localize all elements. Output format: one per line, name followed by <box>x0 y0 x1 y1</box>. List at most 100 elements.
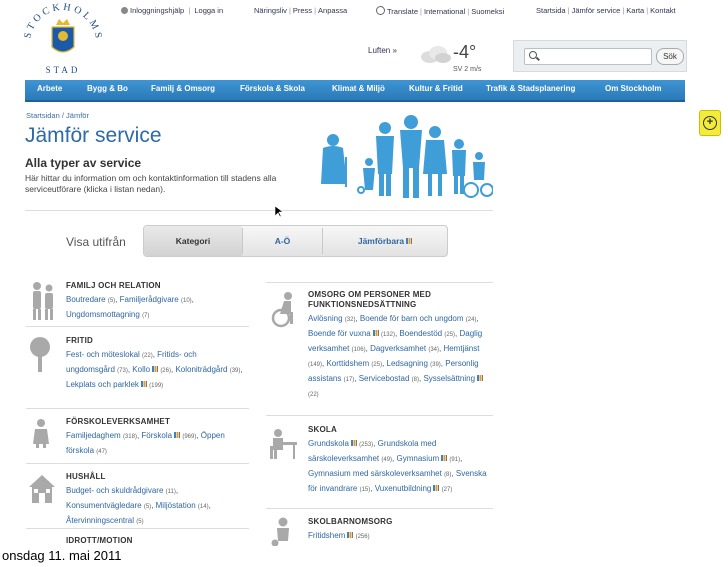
service-link[interactable]: Gymnasium med särskoleverksamhet (8) <box>308 469 451 478</box>
date-caption: onsdag 11. mai 2011 <box>2 548 122 563</box>
service-link[interactable]: Konsumentvägledare (5) <box>66 501 151 510</box>
service-link[interactable]: Förskola (969) <box>141 431 196 440</box>
service-link[interactable]: Familjedaghem (318) <box>66 431 137 440</box>
press-link[interactable]: Press <box>293 6 312 15</box>
service-link[interactable]: Boendestöd (25) <box>399 329 455 338</box>
nav-om-stockholm[interactable]: Om Stockholm <box>605 84 661 93</box>
service-name: Fest- och möteslokal <box>66 350 140 359</box>
family-illustration <box>321 115 493 198</box>
service-link[interactable]: Fest- och möteslokal (22) <box>66 350 153 359</box>
service-link[interactable]: Vuxenutbildning (27) <box>375 484 453 493</box>
nav-forskola-skola[interactable]: Förskola & Skola <box>240 84 305 93</box>
service-count: (11) <box>165 489 176 495</box>
plus-icon: + <box>703 116 717 130</box>
international-link[interactable]: International <box>424 7 465 16</box>
divider <box>266 415 493 416</box>
service-link[interactable]: Lekplats och parklek (199) <box>66 380 163 389</box>
service-name: Vuxenutbildning <box>374 484 432 493</box>
service-count: (253) <box>359 442 374 448</box>
service-link[interactable]: Återvinningscentral (5) <box>66 516 144 525</box>
service-link[interactable]: Grundskola (253) <box>308 439 373 448</box>
service-link[interactable]: Avlösning (32) <box>308 314 355 323</box>
globe-icon <box>376 6 385 15</box>
section-subtitle: Alla typer av service <box>25 156 142 170</box>
service-link[interactable]: Kollo (26) <box>132 365 171 374</box>
service-link[interactable]: Miljöstation (14) <box>156 501 209 510</box>
tab-a-o[interactable]: A-Ö <box>243 226 322 256</box>
category-skola: SKOLA Grundskola (253), Grundskola med s… <box>308 425 493 497</box>
intro-text: Här hittar du information om och kontakt… <box>25 173 277 194</box>
service-link[interactable]: Ledsagning (39) <box>387 359 441 368</box>
category-forskoleverksamhet: FÖRSKOLEVERKSAMHET Familjedaghem (318), … <box>66 417 246 459</box>
nav-arbete[interactable]: Arbete <box>37 84 62 93</box>
page-title: Jämför service <box>25 124 162 147</box>
stockholm-logo[interactable]: STOCKHOLMS STAD <box>22 3 104 75</box>
category-links: Budget- och skuldrådgivare (11), Konsume… <box>66 486 211 525</box>
service-link[interactable]: Koloniträdgård (39) <box>175 365 240 374</box>
compare-icon <box>350 440 357 446</box>
temperature: -4° <box>453 42 477 62</box>
compare-icon <box>152 366 159 372</box>
category-heading: FÖRSKOLEVERKSAMHET <box>66 417 171 426</box>
naringsliv-link[interactable]: Näringsliv <box>254 6 287 15</box>
browser-page: STOCKHOLMS STAD Inloggningshjälp | Logga… <box>0 0 700 546</box>
service-link[interactable]: Fritidshem (256) <box>308 531 370 540</box>
service-count: (17) <box>343 377 355 383</box>
login-link[interactable]: Logga in <box>194 6 223 15</box>
service-link[interactable]: Boutredare (5) <box>66 295 115 304</box>
service-name: Korttidshem <box>326 359 370 368</box>
service-count: (24) <box>465 317 477 323</box>
zoom-in-button[interactable]: + <box>699 110 721 136</box>
service-link[interactable]: Korttidshem (25) <box>326 359 382 368</box>
family-pictogram-icon <box>33 282 53 320</box>
service-name: Boende för barn och ungdom <box>359 314 464 323</box>
air-quality-link[interactable]: Luften » <box>368 46 397 55</box>
nav-bygg-bo[interactable]: Bygg & Bo <box>87 84 128 93</box>
service-link[interactable]: Gymnasium (91) <box>397 454 461 463</box>
service-name: Grundskola <box>308 439 349 448</box>
nav-trafik[interactable]: Trafik & Stadsplanering <box>486 84 575 93</box>
nav-familj-omsorg[interactable]: Familj & Omsorg <box>151 84 215 93</box>
service-name: Servicebostad <box>358 374 410 383</box>
service-name: Sysselsättning <box>423 374 476 383</box>
tab-kategori[interactable]: Kategori <box>144 226 242 256</box>
anpassa-link[interactable]: Anpassa <box>318 6 347 15</box>
service-count: (256) <box>355 534 370 540</box>
service-link[interactable]: Budget- och skuldrådgivare (11) <box>66 486 176 495</box>
service-link[interactable]: Boende för vuxna (132) <box>308 329 395 338</box>
jamfor-link[interactable]: Jämför service <box>572 6 621 15</box>
suomeksi-link[interactable]: Suomeksi <box>471 7 504 16</box>
compare-icon <box>372 330 379 336</box>
search-icon <box>529 51 537 59</box>
school-desk-pictogram-icon <box>270 429 297 459</box>
service-link[interactable]: Boende för barn och ungdom (24) <box>360 314 477 323</box>
service-name: Budget- och skuldrådgivare <box>66 486 164 495</box>
service-link[interactable]: Servicebostad (8) <box>359 374 419 383</box>
divider <box>25 210 493 211</box>
help-link[interactable]: Inloggningshjälp <box>130 6 184 15</box>
service-name: Familjedaghem <box>66 431 121 440</box>
service-count: (8) <box>444 472 452 478</box>
translate-link[interactable]: Translate <box>387 7 418 16</box>
service-count: (5) <box>136 519 144 525</box>
tab-jamforbara[interactable]: Jämförbara <box>323 226 447 256</box>
service-name: Konsumentvägledare <box>66 501 142 510</box>
startsida-link[interactable]: Startsida <box>536 6 566 15</box>
service-link[interactable]: Ungdomsmottagning (7) <box>66 310 149 319</box>
service-count: (27) <box>441 487 453 493</box>
wind-info: SV 2 m/s <box>453 66 482 73</box>
service-link[interactable]: Dagverksamhet (34) <box>370 344 439 353</box>
service-name: Koloniträdgård <box>175 365 228 374</box>
compare-icon <box>174 432 181 438</box>
karta-link[interactable]: Karta <box>626 6 644 15</box>
nav-kultur-fritid[interactable]: Kultur & Fritid <box>409 84 463 93</box>
service-count: (39) <box>229 368 241 374</box>
search-button[interactable]: Sök <box>656 48 684 65</box>
breadcrumb[interactable]: Startsidan / Jämför <box>26 111 89 120</box>
search-input[interactable] <box>524 48 652 65</box>
view-by-label: Visa utifrån <box>66 235 126 249</box>
wheelchair-pictogram-icon <box>271 292 293 328</box>
service-link[interactable]: Familjerådgivare (10) <box>120 295 192 304</box>
nav-klimat-miljo[interactable]: Klimat & Miljö <box>332 84 385 93</box>
kontakt-link[interactable]: Kontakt <box>650 6 675 15</box>
